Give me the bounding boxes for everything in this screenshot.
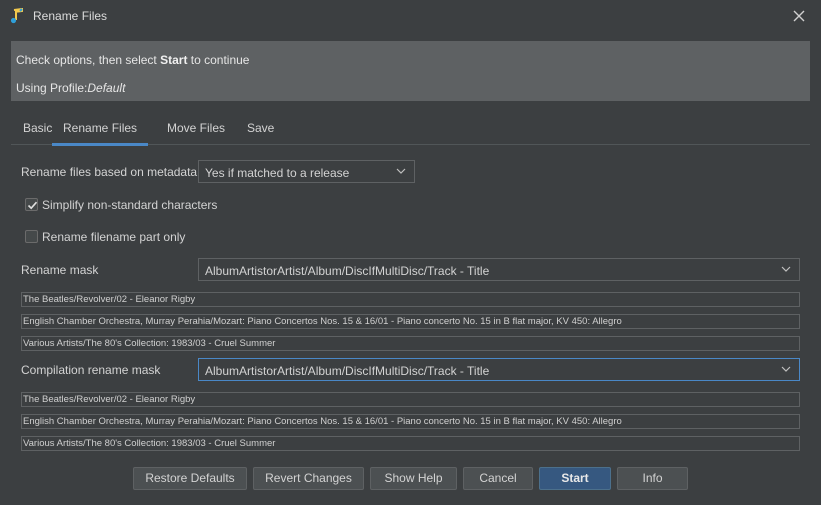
show-help-button[interactable]: Show Help: [370, 467, 457, 490]
compilation-mask-value: AlbumArtistorArtist/Album/DiscIfMultiDis…: [205, 364, 490, 378]
rename-mask-value: AlbumArtistorArtist/Album/DiscIfMultiDis…: [205, 264, 490, 278]
rename-based-label: Rename files based on metadata: [21, 165, 198, 179]
simplify-label: Simplify non-standard characters: [42, 198, 218, 212]
tab-rename-files[interactable]: Rename Files: [52, 121, 149, 146]
chevron-down-icon: [781, 366, 791, 372]
rename-preview-1: The Beatles/Revolver/02 - Eleanor Rigby: [21, 292, 800, 307]
compilation-mask-label: Compilation rename mask: [21, 363, 161, 377]
tab-move-files[interactable]: Move Files: [167, 121, 225, 143]
filename-only-checkbox[interactable]: [25, 230, 38, 243]
simplify-checkbox[interactable]: [25, 198, 38, 211]
rename-preview-3: Various Artists/The 80's Collection: 198…: [21, 336, 800, 351]
compilation-mask-dropdown[interactable]: AlbumArtistorArtist/Album/DiscIfMultiDis…: [198, 358, 800, 381]
restore-defaults-button[interactable]: Restore Defaults: [133, 467, 247, 490]
rename-based-value: Yes if matched to a release: [205, 166, 350, 180]
filename-only-label: Rename filename part only: [42, 230, 186, 244]
instructions-text: Check options, then select Start to cont…: [16, 53, 250, 67]
rename-based-dropdown[interactable]: Yes if matched to a release: [198, 160, 415, 183]
compilation-preview-2: English Chamber Orchestra, Murray Perahi…: [21, 414, 800, 429]
rename-mask-label: Rename mask: [21, 263, 99, 277]
chevron-down-icon: [396, 168, 406, 174]
music-note-app-icon: [8, 7, 24, 24]
close-icon[interactable]: [791, 8, 807, 24]
tab-bar: Basic Rename Files Move Files Save: [11, 116, 810, 146]
start-button[interactable]: Start: [539, 467, 611, 490]
chevron-down-icon: [781, 266, 791, 272]
info-button[interactable]: Info: [617, 467, 688, 490]
checkmark-icon: [27, 201, 38, 210]
revert-changes-button[interactable]: Revert Changes: [253, 467, 364, 490]
rename-preview-2: English Chamber Orchestra, Murray Perahi…: [21, 314, 800, 329]
compilation-preview-1: The Beatles/Revolver/02 - Eleanor Rigby: [21, 392, 800, 407]
compilation-preview-3: Various Artists/The 80's Collection: 198…: [21, 436, 800, 451]
tab-basic[interactable]: Basic: [23, 121, 52, 143]
rename-mask-dropdown[interactable]: AlbumArtistorArtist/Album/DiscIfMultiDis…: [198, 258, 800, 281]
title-bar: Rename Files: [0, 0, 821, 33]
cancel-button[interactable]: Cancel: [463, 467, 533, 490]
window-title: Rename Files: [33, 9, 108, 23]
info-panel: Check options, then select Start to cont…: [11, 41, 810, 101]
profile-text: Using Profile:Default: [16, 81, 126, 95]
tab-save[interactable]: Save: [247, 121, 274, 143]
